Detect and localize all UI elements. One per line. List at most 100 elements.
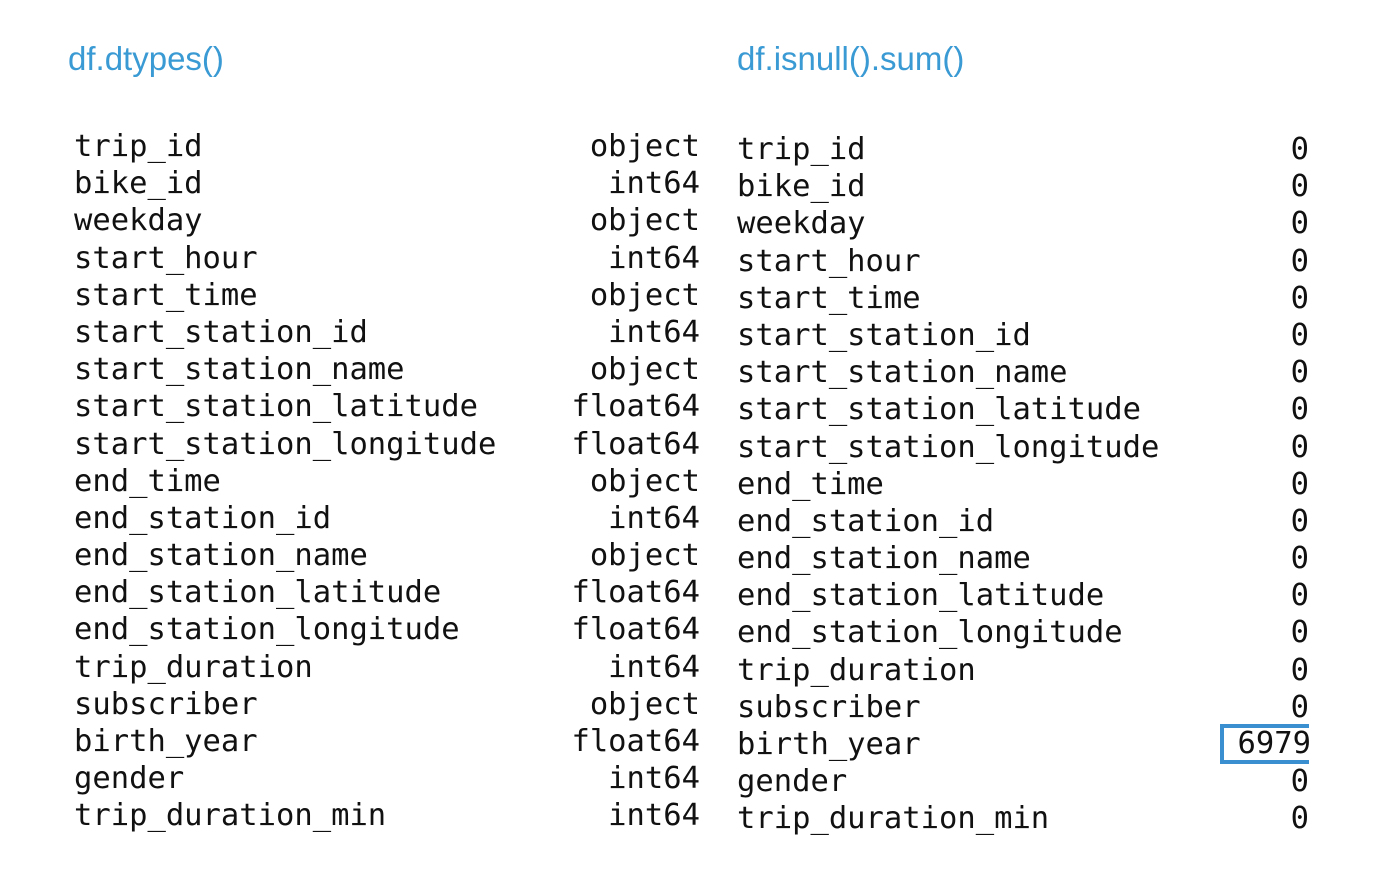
dtype-value: object: [589, 277, 700, 313]
null-count-row: start_station_name 0: [737, 354, 1309, 391]
dtype-value: float64: [571, 724, 700, 759]
null-count-row: start_station_latitude 0: [737, 391, 1309, 428]
dtype-value: int64: [608, 500, 700, 536]
null-count-value: 0: [1290, 764, 1309, 800]
dtype-value: object: [589, 352, 700, 388]
dtype-value: float64: [571, 612, 700, 648]
dtype-row: bike_id int64: [74, 165, 700, 202]
isnull-sum-output: trip_id 0 bike_id 0 weekday 0 start_hour 0 start…: [737, 131, 1309, 837]
dtype-row: start_station_name object: [74, 351, 700, 388]
dtype-value: int64: [608, 314, 700, 350]
null-count-value: 0: [1290, 503, 1309, 539]
null-count-column-name: gender: [737, 764, 848, 800]
null-count-row: start_hour 0: [737, 243, 1309, 280]
null-count-value: 0: [1290, 578, 1309, 614]
null-count-value: 0: [1290, 169, 1309, 205]
null-count-value: 0: [1290, 132, 1309, 167]
null-count-column-name: bike_id: [737, 169, 866, 205]
null-count-row: end_station_id 0: [737, 503, 1309, 540]
null-count-value: 0: [1290, 206, 1309, 242]
null-count-row: end_station_name 0: [737, 540, 1309, 577]
null-count-column-name: birth_year: [737, 727, 921, 762]
dtype-value: float64: [571, 389, 700, 425]
null-count-column-name: start_station_longitude: [737, 429, 1160, 465]
null-count-row: weekday 0: [737, 205, 1309, 242]
dtype-column-name: end_station_latitude: [74, 575, 442, 611]
null-count-value: 0: [1290, 280, 1309, 316]
dtype-value: float64: [571, 575, 700, 611]
dtype-column-name: bike_id: [74, 166, 203, 202]
null-count-column-name: subscriber: [737, 689, 921, 725]
dtype-column-name: trip_duration: [74, 649, 313, 685]
dtype-row: start_station_longitude float64: [74, 426, 700, 463]
null-count-value: 0: [1290, 392, 1309, 428]
null-count-column-name: trip_id: [737, 132, 866, 167]
dtype-row: start_time object: [74, 277, 700, 314]
dtype-row: end_station_longitude float64: [74, 611, 700, 648]
null-count-row: subscriber 0: [737, 689, 1309, 726]
dtype-column-name: subscriber: [74, 686, 258, 722]
dtype-value: object: [589, 463, 700, 499]
null-count-row: start_station_longitude 0: [737, 429, 1309, 466]
dtype-row: trip_duration_min int64: [74, 797, 700, 834]
null-count-value: 0: [1290, 652, 1309, 688]
dtype-column-name: end_station_longitude: [74, 612, 460, 648]
null-count-column-name: trip_duration: [737, 652, 976, 688]
dtype-row: start_hour int64: [74, 240, 700, 277]
null-count-row: trip_id 0: [737, 131, 1309, 168]
dtype-row: end_station_latitude float64: [74, 574, 700, 611]
dtype-value: int64: [608, 798, 700, 834]
dtype-column-name: start_hour: [74, 240, 258, 276]
dtype-value: int64: [608, 166, 700, 202]
null-count-value: 0: [1290, 541, 1309, 577]
dtype-column-name: end_station_name: [74, 538, 368, 574]
null-count-row: end_station_latitude 0: [737, 577, 1309, 614]
dtype-value: object: [589, 203, 700, 239]
dtype-value: object: [589, 129, 700, 164]
null-count-highlighted-value: 6979: [1219, 724, 1309, 764]
dtype-column-name: start_station_id: [74, 314, 368, 350]
null-count-row: gender 0: [737, 763, 1309, 800]
null-count-column-name: start_station_latitude: [737, 392, 1141, 428]
null-count-row: bike_id 0: [737, 168, 1309, 205]
null-count-column-name: end_station_longitude: [737, 615, 1123, 651]
dtype-column-name: trip_duration_min: [74, 798, 387, 834]
null-count-row: start_station_id 0: [737, 317, 1309, 354]
dtype-column-name: birth_year: [74, 724, 258, 759]
dtype-column-name: weekday: [74, 203, 203, 239]
null-count-column-name: end_station_latitude: [737, 578, 1105, 614]
null-count-column-name: end_station_name: [737, 541, 1031, 577]
null-count-column-name: start_hour: [737, 243, 921, 279]
null-count-column-name: weekday: [737, 206, 866, 242]
dtypes-output: trip_id object bike_id int64 weekday object st…: [74, 128, 700, 840]
dtype-row: start_station_latitude float64: [74, 388, 700, 425]
dtype-row: trip_duration int64: [74, 649, 700, 686]
null-count-row: birth_year 6979: [737, 724, 1309, 764]
null-count-column-name: start_station_name: [737, 355, 1068, 391]
dtype-row: birth_year float64: [74, 723, 700, 760]
null-count-column-name: end_time: [737, 466, 884, 502]
dtype-row: gender int64: [74, 760, 700, 797]
null-count-value: 0: [1290, 615, 1309, 651]
null-count-row: trip_duration 0: [737, 652, 1309, 689]
dtype-row: end_station_id int64: [74, 500, 700, 537]
null-count-column-name: trip_duration_min: [737, 801, 1050, 837]
null-count-value: 0: [1290, 801, 1309, 837]
null-count-value: 0: [1290, 466, 1309, 502]
dtype-column-name: end_station_id: [74, 500, 332, 536]
null-count-value: 0: [1290, 429, 1309, 465]
null-count-column-name: end_station_id: [737, 503, 995, 539]
dtype-column-name: start_station_longitude: [74, 426, 497, 462]
null-count-value: 0: [1290, 355, 1309, 391]
dtype-row: weekday object: [74, 202, 700, 239]
dtype-value: int64: [608, 761, 700, 797]
dtype-column-name: start_station_latitude: [74, 389, 478, 425]
dtype-row: subscriber object: [74, 686, 700, 723]
null-count-row: trip_duration_min 0: [737, 800, 1309, 837]
dtype-value: int64: [608, 240, 700, 276]
null-count-value: 0: [1290, 317, 1309, 353]
null-count-value: 0: [1290, 689, 1309, 725]
null-count-row: end_time 0: [737, 466, 1309, 503]
null-count-row: end_station_longitude 0: [737, 614, 1309, 651]
null-count-column-name: start_time: [737, 280, 921, 316]
